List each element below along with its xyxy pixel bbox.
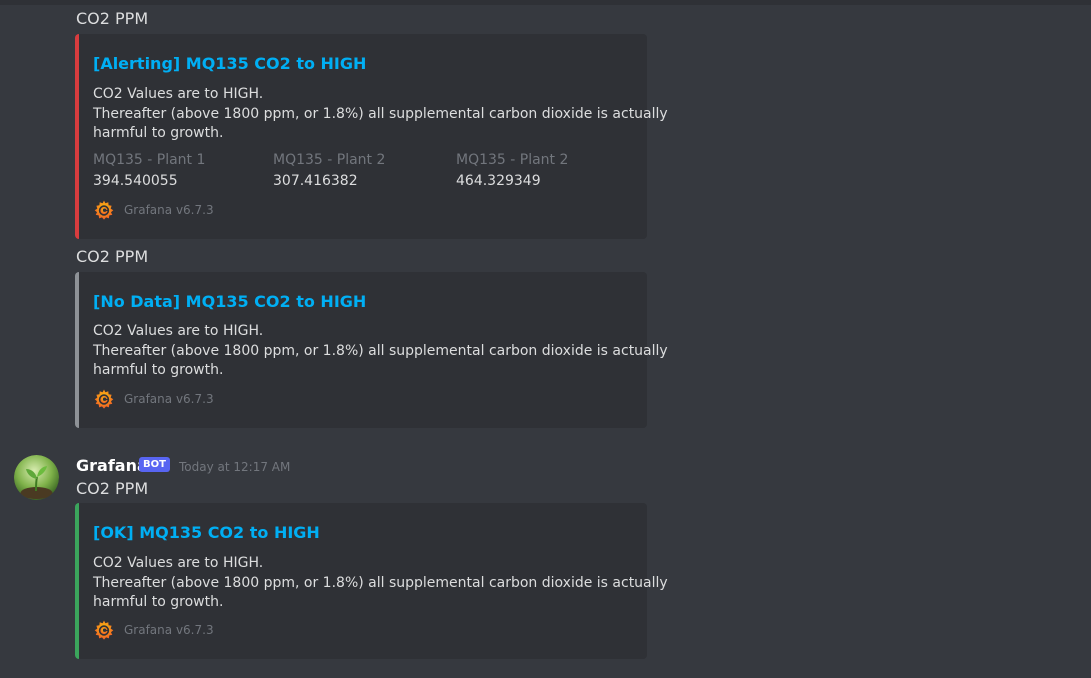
message-content-2: CO2 PPM <box>76 247 149 266</box>
description-line: harmful to growth. <box>93 594 224 610</box>
field-value-plant-1: 394.540055 <box>93 173 178 189</box>
description-line: harmful to growth. <box>93 362 224 378</box>
message-content-3: CO2 PPM <box>76 479 149 498</box>
message-timestamp[interactable]: Today at 12:17 AM <box>179 460 290 474</box>
description-line: Thereafter (above 1800 ppm, or 1.8%) all… <box>93 105 668 122</box>
field-name-plant-2b: MQ135 - Plant 2 <box>456 152 569 168</box>
field-name-plant-1: MQ135 - Plant 1 <box>93 152 206 168</box>
description-line: CO2 Values are to HIGH. <box>93 86 264 102</box>
embed-description: CO2 Values are to HIGH. Thereafter (abov… <box>93 85 668 144</box>
bot-badge: BOT <box>139 457 170 472</box>
footer-text: Grafana v6.7.3 <box>124 203 214 217</box>
embed-nodata: [No Data] MQ135 CO2 to HIGH CO2 Values a… <box>75 272 668 428</box>
embed-footer: Grafana v6.7.3 <box>93 619 214 641</box>
previous-message-divider <box>0 0 1091 5</box>
embed-title-link[interactable]: [OK] MQ135 CO2 to HIGH <box>93 523 320 542</box>
grafana-logo-icon <box>93 619 115 641</box>
description-line: CO2 Values are to HIGH. <box>93 555 264 571</box>
footer-text: Grafana v6.7.3 <box>124 392 214 406</box>
field-value-plant-2b: 464.329349 <box>456 173 541 189</box>
grafana-logo-icon <box>93 199 115 221</box>
embed-description: CO2 Values are to HIGH. Thereafter (abov… <box>93 554 668 613</box>
embed-title-link[interactable]: [Alerting] MQ135 CO2 to HIGH <box>93 54 366 73</box>
field-name-plant-2: MQ135 - Plant 2 <box>273 152 386 168</box>
footer-text: Grafana v6.7.3 <box>124 623 214 637</box>
embed-alerting: [Alerting] MQ135 CO2 to HIGH CO2 Values … <box>75 34 668 239</box>
grafana-logo-icon <box>93 388 115 410</box>
plant-sprout-avatar-icon <box>14 455 59 500</box>
embed-description: CO2 Values are to HIGH. Thereafter (abov… <box>93 322 668 381</box>
field-value-plant-2: 307.416382 <box>273 173 358 189</box>
description-line: Thereafter (above 1800 ppm, or 1.8%) all… <box>93 574 668 591</box>
embed-title-link[interactable]: [No Data] MQ135 CO2 to HIGH <box>93 292 366 311</box>
description-line: Thereafter (above 1800 ppm, or 1.8%) all… <box>93 342 668 359</box>
embed-footer: Grafana v6.7.3 <box>93 388 214 410</box>
embed-footer: Grafana v6.7.3 <box>93 199 214 221</box>
avatar[interactable] <box>14 455 59 500</box>
description-line: CO2 Values are to HIGH. <box>93 323 264 339</box>
author-username[interactable]: Grafana <box>76 456 148 475</box>
embed-ok: [OK] MQ135 CO2 to HIGH CO2 Values are to… <box>75 503 668 659</box>
message-content-1: CO2 PPM <box>76 9 149 28</box>
description-line: harmful to growth. <box>93 125 224 141</box>
